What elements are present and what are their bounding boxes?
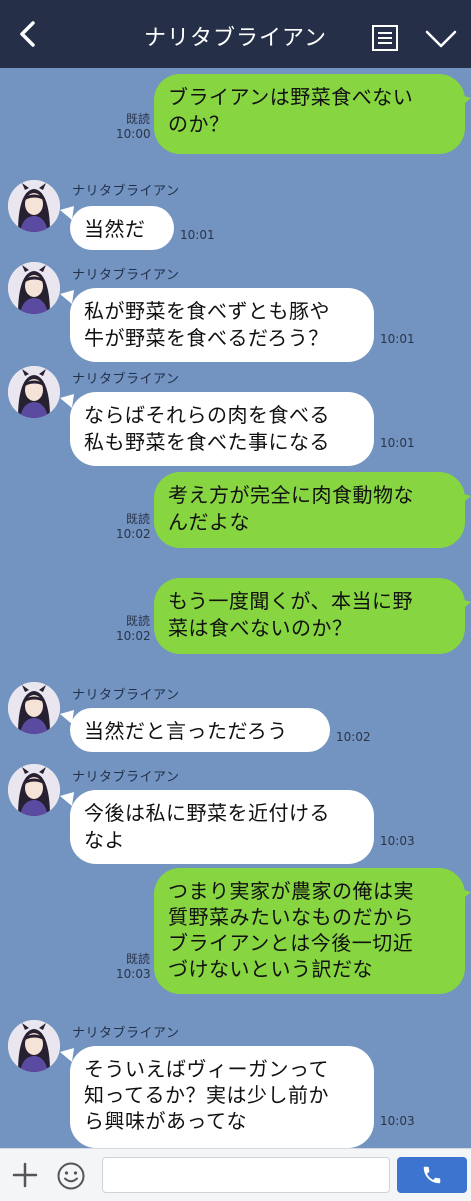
bubble-tail	[457, 888, 471, 902]
bubble-tail	[457, 598, 471, 612]
list-menu-icon[interactable]	[371, 24, 399, 52]
message-time: 10:02	[336, 730, 371, 744]
message-time: 10:01	[380, 332, 415, 346]
message-meta: 既読 10:00	[116, 112, 151, 142]
avatar[interactable]	[8, 682, 60, 734]
message-time: 10:00	[116, 127, 151, 141]
message-list[interactable]: 既読 10:00 ブライアンは野菜食べない のか？ ナリタブライアン 当然だ 1…	[0, 68, 471, 1148]
message-bubble-other[interactable]: 私が野菜を食べずとも豚や 牛が野菜を食べるだろう？	[70, 288, 374, 362]
avatar-portrait	[8, 764, 60, 816]
smiley-icon[interactable]	[56, 1161, 86, 1191]
sender-name: ナリタブライアン	[72, 184, 180, 199]
message-time: 10:03	[380, 1114, 415, 1128]
message-input[interactable]	[102, 1157, 390, 1193]
message-time: 10:01	[380, 436, 415, 450]
chat-header: ナリタブライアン	[0, 0, 471, 68]
message-meta: 既読 10:02	[116, 614, 151, 644]
message-bubble-other[interactable]: 当然だ	[70, 206, 174, 250]
sender-name: ナリタブライアン	[72, 372, 180, 387]
sender-name: ナリタブライアン	[72, 268, 180, 283]
sender-name: ナリタブライアン	[72, 770, 180, 785]
phone-icon	[423, 1166, 441, 1184]
message-time: 10:01	[180, 228, 215, 242]
bubble-tail	[457, 492, 471, 506]
bubble-tail	[457, 94, 471, 108]
avatar[interactable]	[8, 180, 60, 232]
read-receipt: 既読	[125, 512, 150, 526]
sender-name: ナリタブライアン	[72, 1026, 180, 1041]
message-bubble-own[interactable]: 考え方が完全に肉食動物な んだよな	[154, 472, 465, 548]
avatar-portrait	[8, 180, 60, 232]
message-meta: 既読 10:03	[116, 952, 151, 982]
message-input-bar	[0, 1148, 471, 1201]
avatar[interactable]	[8, 366, 60, 418]
chat-title: ナリタブライアン	[143, 26, 328, 51]
avatar-portrait	[8, 1020, 60, 1072]
plus-icon[interactable]	[12, 1162, 38, 1188]
message-time: 10:03	[116, 967, 151, 981]
avatar-portrait	[8, 682, 60, 734]
message-bubble-own[interactable]: ブライアンは野菜食べない のか？	[154, 74, 465, 154]
avatar[interactable]	[8, 764, 60, 816]
message-bubble-other[interactable]: そういえばヴィーガンって 知ってるか？実は少し前か ら興味があってな	[70, 1046, 374, 1148]
avatar[interactable]	[8, 1020, 60, 1072]
message-bubble-other[interactable]: 今後は私に野菜を近付ける なよ	[70, 790, 374, 864]
message-time: 10:02	[116, 629, 151, 643]
message-bubble-other[interactable]: 当然だと言っただろう	[70, 708, 330, 752]
message-bubble-other[interactable]: ならばそれらの肉を食べる 私も野菜を食べた事になる	[70, 392, 374, 466]
message-meta: 既読 10:02	[116, 512, 151, 542]
message-bubble-own[interactable]: つまり実家が農家の俺は実 質野菜みたいなものだから ブライアンとは今後一切近 づ…	[154, 868, 465, 994]
message-bubble-own[interactable]: もう一度聞くが、本当に野 菜は食べないのか？	[154, 578, 465, 654]
avatar[interactable]	[8, 262, 60, 314]
avatar-portrait	[8, 262, 60, 314]
message-time: 10:02	[116, 527, 151, 541]
read-receipt: 既読	[125, 614, 150, 628]
read-receipt: 既読	[125, 952, 150, 966]
chevron-down-icon[interactable]	[424, 28, 458, 50]
sender-name: ナリタブライアン	[72, 688, 180, 703]
message-time: 10:03	[380, 834, 415, 848]
call-button[interactable]	[397, 1157, 467, 1193]
avatar-portrait	[8, 366, 60, 418]
read-receipt: 既読	[125, 112, 150, 126]
